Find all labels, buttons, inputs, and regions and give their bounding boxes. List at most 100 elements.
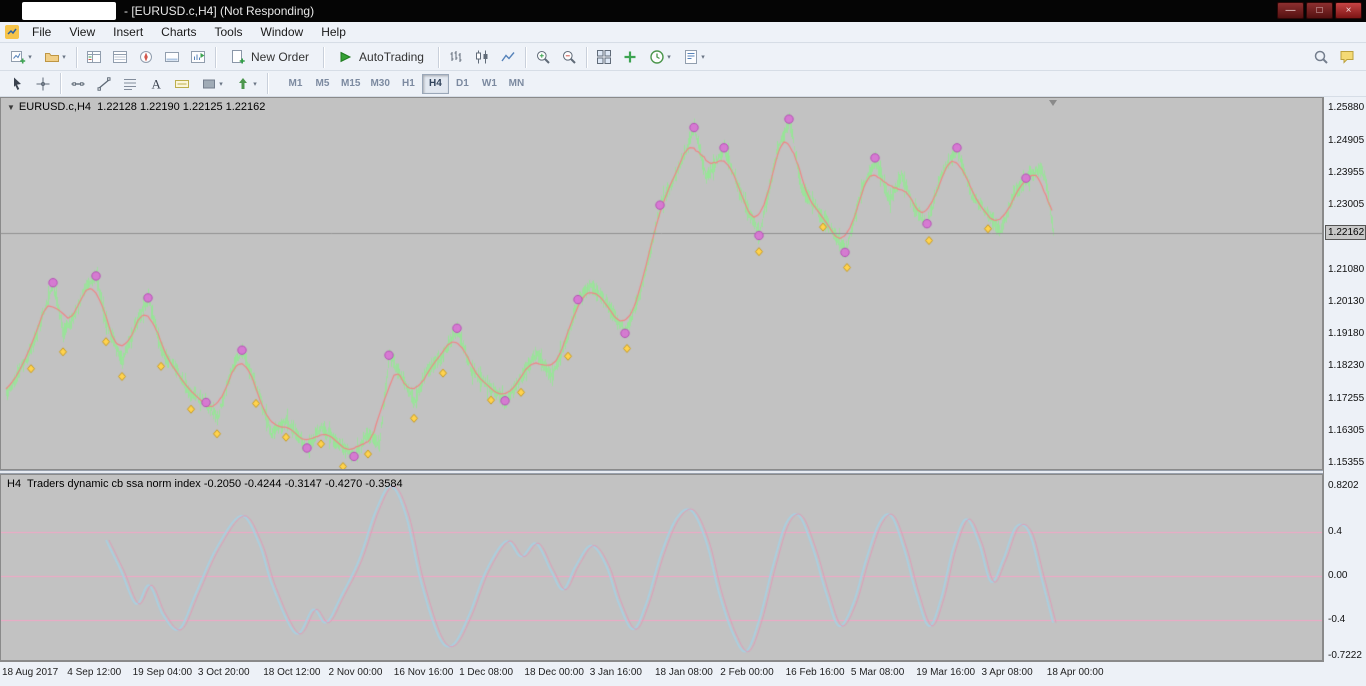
toolbar-separator (585, 46, 587, 68)
shapes-icon (203, 79, 216, 88)
autotrading-button[interactable]: AutoTrading (328, 45, 434, 69)
chart-shift-marker-icon[interactable] (1049, 100, 1057, 106)
time-axis-label: 3 Jan 16:00 (589, 667, 642, 678)
timeframe-m30-button[interactable]: M30 (365, 74, 394, 94)
cursor-button[interactable] (4, 72, 30, 96)
toolbar-separator (215, 46, 216, 68)
time-axis-label: 2 Feb 00:00 (720, 667, 774, 678)
toolbar-separator (437, 46, 439, 68)
line-chart-button[interactable] (495, 45, 521, 69)
price-tick-label: 1.24905 (1328, 135, 1365, 146)
new-order-button[interactable]: New Order (220, 45, 319, 69)
chart-ohlc-text: EURUSD.c,H4 1.22128 1.22190 1.22125 1.22… (18, 101, 266, 113)
fibonacci-icon (124, 78, 136, 90)
main-chart-canvas[interactable] (1, 98, 1322, 469)
text-button[interactable]: A (143, 72, 169, 96)
zoom-in-button[interactable] (530, 45, 556, 69)
indicators-button[interactable] (617, 45, 643, 69)
arrows-button[interactable]: ▾ (229, 72, 263, 96)
profiles-icon (45, 53, 60, 62)
menu-charts[interactable]: Charts (152, 22, 205, 42)
timeframe-mn-button[interactable]: MN (503, 74, 530, 94)
search-icon (1314, 50, 1328, 64)
timeframe-m5-button[interactable]: M5 (309, 74, 336, 94)
zoom-out-icon (562, 51, 576, 64)
arrows-icon (239, 77, 248, 89)
autotrading-icon (340, 51, 352, 63)
candlestick-chart-icon (475, 50, 488, 64)
periods-button[interactable]: ▾ (643, 45, 677, 69)
market-watch-icon (87, 51, 101, 63)
timeframe-d1-button[interactable]: D1 (449, 74, 476, 94)
fibonacci-button[interactable] (117, 72, 143, 96)
timeframe-h1-button[interactable]: H1 (395, 74, 422, 94)
market-watch-button[interactable] (81, 45, 107, 69)
bar-chart-button[interactable] (443, 45, 469, 69)
navigator-button[interactable] (133, 45, 159, 69)
indicators-icon (624, 51, 636, 63)
menu-window[interactable]: Window (252, 22, 313, 42)
text-icon: A (152, 76, 162, 91)
indicator-canvas[interactable] (1, 475, 1322, 660)
minimize-button[interactable]: — (1277, 2, 1304, 19)
new-chart-button[interactable]: ▾ (4, 45, 38, 69)
main-chart-pane: ▼ EURUSD.c,H4 1.22128 1.22190 1.22125 1.2… (0, 97, 1323, 470)
one-click-trading-toggle-icon[interactable]: ▼ (7, 103, 15, 112)
price-tick-label: 1.18230 (1328, 360, 1365, 371)
toolbar-separator (60, 73, 61, 94)
price-tick-label: 1.23955 (1328, 167, 1365, 178)
toolbar-separator (524, 46, 526, 68)
timeframe-m15-button[interactable]: M15 (336, 74, 365, 94)
price-tick-label: 0.8202 (1328, 480, 1359, 491)
strategy-tester-button[interactable] (185, 45, 211, 69)
timeframe-h4-button[interactable]: H4 (421, 73, 449, 94)
text-label-button[interactable] (169, 72, 195, 96)
timeframe-toolbar: M1 M5 M15 M30 H1 H4 D1 W1 MN (282, 73, 530, 94)
community-button[interactable] (1334, 45, 1360, 69)
zoom-out-button[interactable] (556, 45, 582, 69)
price-tick-label: 0.00 (1328, 570, 1348, 581)
menu-insert[interactable]: Insert (104, 22, 152, 42)
chart-ohlc-label: ▼ EURUSD.c,H4 1.22128 1.22190 1.22125 1.2… (7, 101, 265, 113)
menu-help[interactable]: Help (312, 22, 355, 42)
time-axis-label: 1 Dec 08:00 (459, 667, 514, 678)
shapes-button[interactable]: ▾ (195, 72, 229, 96)
svg-text:A: A (152, 76, 162, 91)
timeframe-w1-button[interactable]: W1 (476, 74, 503, 94)
toolbar-separator (323, 46, 325, 68)
close-button[interactable]: × (1335, 2, 1362, 19)
autotrading-label: AutoTrading (359, 50, 424, 64)
timeframe-m1-button[interactable]: M1 (282, 74, 309, 94)
price-tick-label: 0.4 (1328, 526, 1342, 537)
menu-file[interactable]: File (23, 22, 60, 42)
maximize-button[interactable]: □ (1306, 2, 1333, 19)
time-axis-label: 3 Apr 08:00 (981, 667, 1033, 678)
terminal-button[interactable] (159, 45, 185, 69)
price-tick-label: 1.23005 (1328, 199, 1365, 210)
tile-windows-button[interactable] (591, 45, 617, 69)
dropdown-caret-icon: ▾ (701, 54, 705, 61)
time-axis-label: 18 Oct 12:00 (263, 667, 321, 678)
menu-view[interactable]: View (60, 22, 104, 42)
menu-tools[interactable]: Tools (206, 22, 252, 42)
data-window-icon (113, 51, 127, 63)
time-axis-label: 19 Sep 04:00 (132, 667, 193, 678)
new-chart-icon (11, 51, 26, 64)
tile-windows-icon (596, 50, 611, 64)
templates-button[interactable]: ▾ (677, 45, 711, 69)
toolbar-separator (76, 46, 77, 68)
price-scale[interactable]: 1.25880 1.24905 1.23955 1.23005 1.21080 1.201… (1323, 97, 1366, 661)
crosshair-button[interactable] (30, 72, 56, 96)
time-axis[interactable]: 18 Aug 2017 4 Sep 12:00 19 Sep 04:00 3 Oct … (0, 661, 1324, 686)
horizontal-line-button[interactable] (65, 72, 91, 96)
data-window-button[interactable] (107, 45, 133, 69)
candlestick-chart-button[interactable] (469, 45, 495, 69)
redacted-broker-name (22, 2, 116, 20)
indicator-pane: H4 Traders dynamic cb ssa norm index -0.… (0, 474, 1323, 661)
time-axis-label: 3 Oct 20:00 (197, 667, 250, 678)
search-button[interactable] (1308, 45, 1334, 69)
cursor-icon (14, 77, 21, 90)
time-axis-label: 18 Apr 00:00 (1046, 667, 1104, 678)
profiles-button[interactable]: ▾ (38, 45, 72, 69)
trendline-button[interactable] (91, 72, 117, 96)
